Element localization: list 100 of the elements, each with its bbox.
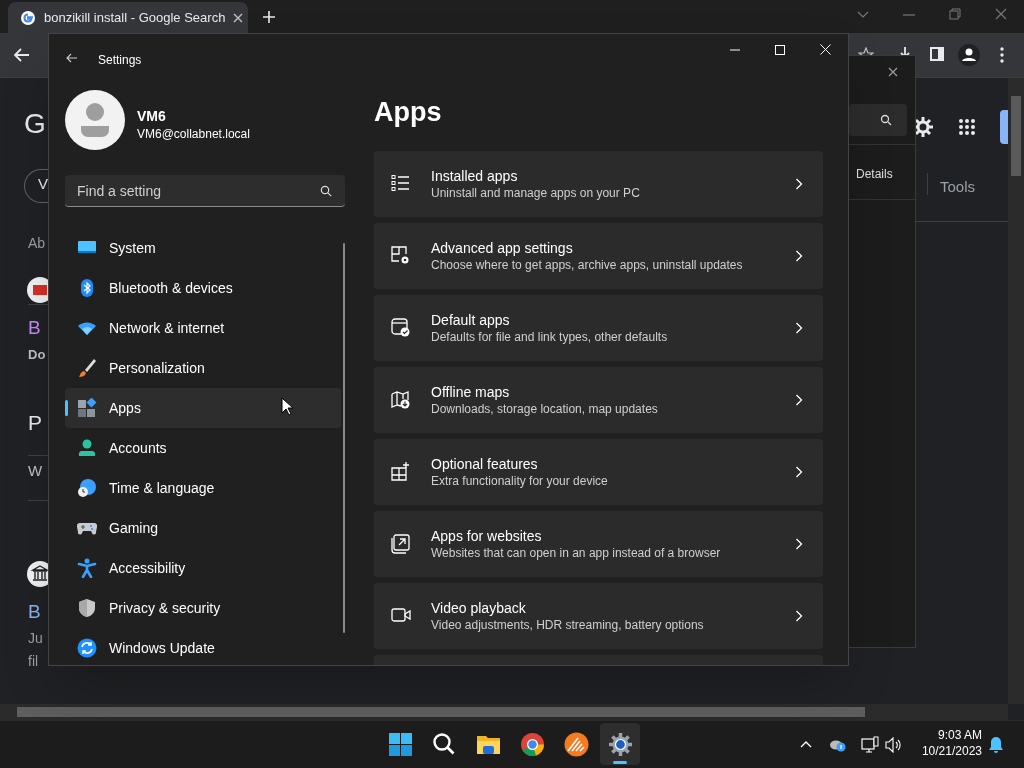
chevron-down-icon[interactable]	[857, 11, 869, 19]
result-link[interactable]: B	[28, 602, 41, 621]
google-icon	[20, 9, 36, 26]
network-icon[interactable]	[861, 736, 879, 754]
open-in-app-icon	[391, 534, 411, 554]
globe-clock-icon	[77, 478, 97, 498]
details-tab[interactable]: Details	[856, 165, 893, 183]
app-icon	[563, 731, 589, 757]
tab-title: bonzikill install - Google Search	[44, 8, 226, 27]
search-icon	[880, 114, 892, 126]
mouse-cursor-icon	[281, 397, 293, 416]
windows-logo-icon	[387, 731, 413, 757]
logo-text: G	[24, 110, 46, 138]
user-email: VM6@collabnet.local	[137, 126, 250, 143]
new-tab-icon[interactable]	[262, 10, 276, 24]
profile-icon[interactable]	[958, 44, 980, 66]
search-field[interactable]	[849, 104, 907, 136]
card-title: Advanced app settings	[431, 239, 574, 257]
nav-item[interactable]: Bluetooth & devices	[65, 268, 341, 308]
card-description: Defaults for file and link types, other defaults	[431, 329, 668, 345]
result-text: Ab	[28, 236, 46, 250]
nav-item[interactable]: Personalization	[65, 348, 341, 388]
chevron-right-icon	[795, 178, 803, 190]
card-title: Video playback	[431, 599, 527, 617]
result-text: V	[38, 176, 48, 191]
user-name: VM6	[137, 107, 166, 126]
card-description: Video adjustments, HDR streaming, battery options	[431, 617, 704, 633]
chevron-right-icon	[795, 250, 803, 262]
grid-plus-icon	[391, 462, 411, 482]
search-icon	[431, 731, 457, 757]
clock[interactable]: 9:03 AM 10/21/2023	[918, 727, 982, 759]
search-field[interactable]: Find a setting	[65, 175, 345, 207]
map-icon	[391, 390, 411, 410]
close-icon[interactable]	[233, 12, 244, 23]
notification-bell-icon[interactable]	[988, 736, 1004, 754]
maximize-icon[interactable]	[775, 45, 785, 55]
card-description: Uninstall and manage apps on your PC	[431, 185, 640, 201]
close-icon[interactable]	[888, 67, 898, 77]
vertical-scrollbar[interactable]	[1008, 78, 1024, 704]
restore-icon[interactable]	[949, 8, 961, 20]
card-description: Downloads, storage location, map updates	[431, 401, 658, 417]
brush-icon	[77, 358, 97, 378]
card-title: Installed apps	[431, 167, 519, 185]
result-link[interactable]: B	[28, 318, 41, 337]
side-panel-icon[interactable]	[930, 47, 944, 61]
nav-item[interactable]: Apps	[65, 388, 341, 428]
chrome-icon	[519, 731, 545, 757]
page-title: Apps	[374, 96, 442, 129]
avatar-icon	[65, 90, 125, 150]
back-arrow-icon[interactable]	[66, 53, 78, 63]
result-text: Do	[28, 348, 46, 361]
refresh-icon	[77, 638, 97, 658]
nav-item[interactable]: Gaming	[65, 508, 341, 548]
card-description: Websites that can open in an app instead of a browser	[431, 545, 721, 561]
result-text: W	[28, 463, 43, 478]
back-arrow-icon[interactable]	[14, 48, 30, 62]
shield-icon	[77, 598, 97, 618]
window-title: Settings	[98, 52, 142, 69]
card-title: Offline maps	[431, 383, 511, 401]
chevron-up-icon[interactable]	[800, 741, 812, 748]
settings-card[interactable]: Advanced app settings Choose where to get apps, archive apps, uninstall updates	[374, 223, 823, 289]
person-icon	[77, 438, 97, 458]
nav-item[interactable]: Time & language	[65, 468, 341, 508]
selection-indicator	[65, 400, 68, 416]
chevron-right-icon	[795, 610, 803, 622]
apps-grid-icon[interactable]	[958, 118, 976, 136]
nav-item[interactable]: System	[65, 228, 341, 268]
app-gear-icon	[391, 246, 411, 266]
settings-gear-icon	[607, 731, 633, 757]
settings-card[interactable]: Optional features Extra functionality for your device	[374, 439, 823, 505]
nav-item[interactable]: Windows Update	[65, 628, 341, 665]
nav-item[interactable]: Network & internet	[65, 308, 341, 348]
settings-card[interactable]: Video playback Video adjustments, HDR streaming, battery options	[374, 583, 823, 649]
window-check-icon	[391, 318, 411, 338]
result-text: fil	[28, 654, 39, 668]
nav-item[interactable]: Privacy & security	[65, 588, 341, 628]
card-description: Choose where to get apps, archive apps, uninstall updates	[431, 257, 743, 273]
result-text: P	[28, 412, 42, 433]
settings-card[interactable]: Apps for websites Websites that can open in an app instead of a browser	[374, 511, 823, 577]
search-icon	[320, 185, 332, 197]
tools-tab[interactable]: Tools	[940, 176, 976, 199]
more-icon[interactable]	[1000, 47, 1004, 63]
card-title: Default apps	[431, 311, 511, 329]
chevron-right-icon	[795, 322, 803, 334]
nav-item[interactable]: Accessibility	[65, 548, 341, 588]
card-description: Extra functionality for your device	[431, 473, 608, 489]
horizontal-scrollbar[interactable]	[0, 704, 1008, 720]
volume-icon[interactable]	[885, 737, 903, 753]
apps-icon	[77, 398, 97, 418]
settings-card[interactable]: Default apps Defaults for file and link types, other defaults	[374, 295, 823, 361]
scrollbar-thumb[interactable]	[343, 243, 345, 633]
chevron-right-icon	[795, 538, 803, 550]
taskbar-button[interactable]	[600, 723, 640, 765]
card-title: Optional features	[431, 455, 539, 473]
settings-card[interactable]: Installed apps Uninstall and manage apps on your PC	[374, 151, 823, 217]
nav-item[interactable]: Accounts	[65, 428, 341, 468]
chevron-right-icon	[795, 466, 803, 478]
accessibility-icon	[77, 558, 97, 578]
browser-tab[interactable]: bonzikill install - Google Search	[8, 2, 248, 33]
settings-card[interactable]: Offline maps Downloads, storage location, map updates	[374, 367, 823, 433]
